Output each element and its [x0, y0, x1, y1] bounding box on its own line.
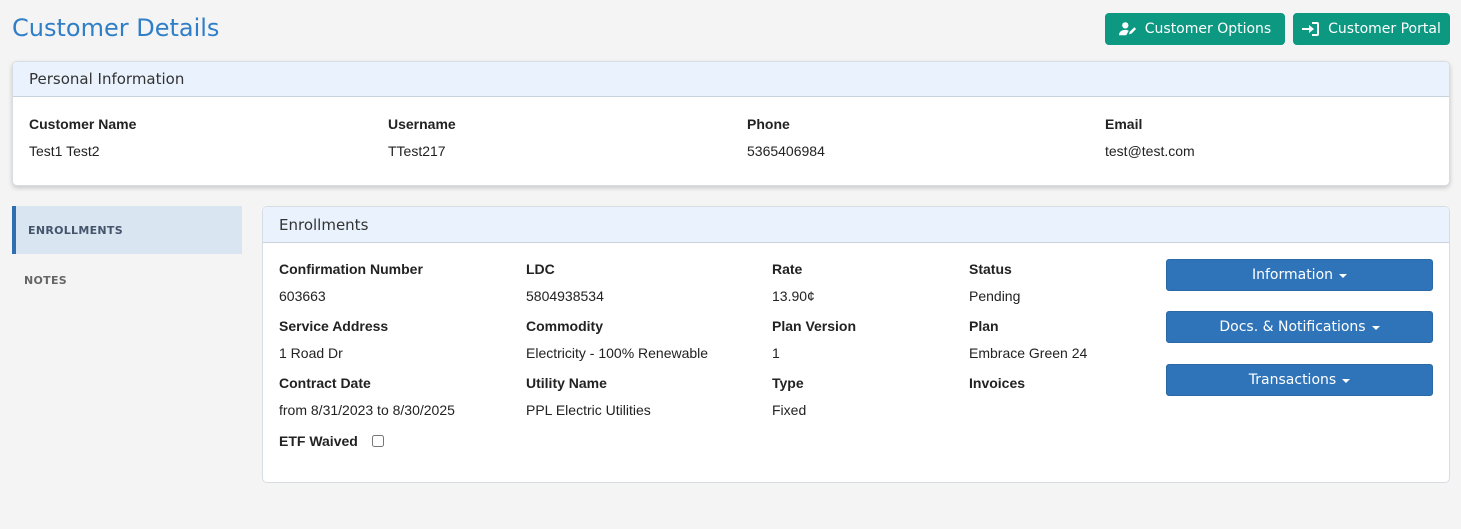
- field-label: LDC: [526, 261, 555, 277]
- plan-version-field: Plan Version 1: [772, 318, 856, 361]
- etf-waived-checkbox[interactable]: [371, 435, 384, 447]
- field-value: from 8/31/2023 to 8/30/2025: [279, 402, 455, 418]
- etf-waived-label: ETF Waived: [279, 433, 358, 449]
- field-value: 603663: [279, 288, 326, 304]
- customer-options-button[interactable]: Customer Options: [1105, 13, 1285, 45]
- sidebar-item-enrollments[interactable]: ENROLLMENTS: [12, 206, 242, 254]
- information-dropdown-button[interactable]: Information: [1166, 259, 1433, 291]
- email-field: Email test@test.com: [1105, 116, 1195, 159]
- service-address-field: Service Address 1 Road Dr: [279, 318, 388, 361]
- field-label: Username: [388, 116, 456, 132]
- field-value: Electricity - 100% Renewable: [526, 345, 709, 361]
- field-label: Phone: [747, 116, 790, 132]
- enrollments-header: Enrollments: [263, 207, 1449, 243]
- transactions-dropdown-button[interactable]: Transactions: [1166, 364, 1433, 396]
- utility-name-field: Utility Name PPL Electric Utilities: [526, 375, 651, 418]
- field-value: TTest217: [388, 143, 446, 159]
- customer-name-field: Customer Name Test1 Test2: [29, 116, 136, 159]
- personal-information-card: Personal Information Customer Name Test1…: [12, 61, 1450, 186]
- personal-information-header: Personal Information: [13, 62, 1449, 97]
- etf-waived-row: ETF Waived: [279, 433, 384, 449]
- docs-notifications-dropdown-button[interactable]: Docs. & Notifications: [1166, 311, 1433, 343]
- field-value: Fixed: [772, 402, 807, 418]
- field-label: Customer Name: [29, 116, 137, 132]
- field-label: Commodity: [526, 318, 603, 334]
- field-value: 5365406984: [747, 143, 825, 159]
- field-label: Invoices: [969, 375, 1026, 391]
- page-title: Customer Details: [12, 14, 220, 42]
- caret-down-icon: [1371, 326, 1380, 330]
- field-value: 1: [772, 345, 780, 361]
- sidebar-item-notes[interactable]: NOTES: [12, 256, 242, 304]
- customer-portal-button[interactable]: Customer Portal: [1293, 13, 1450, 45]
- confirmation-number-field: Confirmation Number 603663: [279, 261, 423, 304]
- field-value: test@test.com: [1105, 143, 1195, 159]
- invoices-field: Invoices: [969, 375, 1025, 402]
- field-label: Confirmation Number: [279, 261, 423, 277]
- field-value: Pending: [969, 288, 1021, 304]
- field-value: 5804938534: [526, 288, 604, 304]
- information-label: Information: [1251, 267, 1334, 283]
- field-label: Email: [1105, 116, 1143, 132]
- status-field: Status Pending: [969, 261, 1020, 304]
- field-label: Plan Version: [772, 318, 857, 334]
- field-value: Embrace Green 24: [969, 345, 1088, 361]
- contract-date-field: Contract Date from 8/31/2023 to 8/30/202…: [279, 375, 455, 418]
- field-value: PPL Electric Utilities: [526, 402, 651, 418]
- customer-options-label: Customer Options: [1144, 21, 1272, 37]
- commodity-field: Commodity Electricity - 100% Renewable: [526, 318, 708, 361]
- field-value: 1 Road Dr: [279, 345, 343, 361]
- field-value: Test1 Test2: [29, 143, 100, 159]
- field-label: Plan: [969, 318, 999, 334]
- field-label: Contract Date: [279, 375, 371, 391]
- sign-in-icon: [1302, 22, 1320, 36]
- enrollments-card: Enrollments Confirmation Number 603663 L…: [262, 206, 1450, 483]
- ldc-field: LDC 5804938534: [526, 261, 604, 304]
- user-edit-icon: [1118, 22, 1136, 36]
- docs-notifications-label: Docs. & Notifications: [1219, 319, 1366, 335]
- caret-down-icon: [1342, 379, 1351, 383]
- plan-field: Plan Embrace Green 24: [969, 318, 1087, 361]
- field-label: Service Address: [279, 318, 389, 334]
- field-label: Status: [969, 261, 1012, 277]
- customer-portal-label: Customer Portal: [1328, 21, 1441, 37]
- phone-field: Phone 5365406984: [747, 116, 825, 159]
- transactions-label: Transactions: [1248, 372, 1337, 388]
- field-value: 13.90¢: [772, 288, 815, 304]
- type-field: Type Fixed: [772, 375, 806, 418]
- rate-field: Rate 13.90¢: [772, 261, 815, 304]
- field-label: Utility Name: [526, 375, 607, 391]
- field-label: Type: [772, 375, 804, 391]
- username-field: Username TTest217: [388, 116, 456, 159]
- caret-down-icon: [1339, 274, 1348, 278]
- field-label: Rate: [772, 261, 803, 277]
